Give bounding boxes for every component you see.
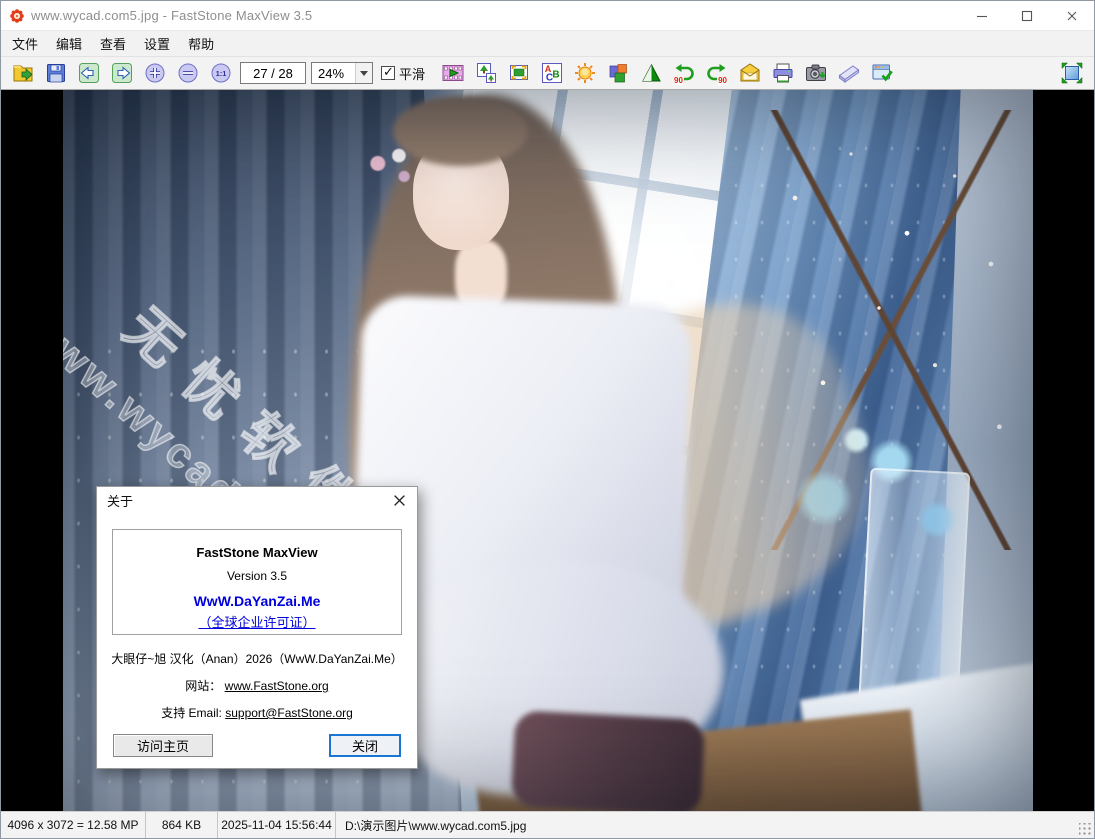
resize-grip[interactable] xyxy=(1079,823,1092,836)
dialog-title-bar: 关于 xyxy=(97,487,417,513)
app-name: FastStone MaxView xyxy=(113,545,401,560)
dialog-title: 关于 xyxy=(107,491,133,510)
fullscreen-icon xyxy=(1060,61,1084,85)
slideshow-button[interactable] xyxy=(439,59,467,87)
status-datetime: 2025-11-04 15:56:44 xyxy=(218,812,336,838)
zoom-out-button[interactable] xyxy=(174,59,202,87)
open-folder-icon xyxy=(11,61,35,85)
previous-arrow-icon xyxy=(77,61,101,85)
save-icon xyxy=(44,61,68,85)
save-button[interactable] xyxy=(42,59,70,87)
maximize-icon xyxy=(1021,10,1033,22)
app-window: www.wycad.com5.jpg - FastStone MaxView 3… xyxy=(0,0,1095,839)
about-dialog: 关于 FastStone MaxView Version 3.5 WwW.DaY… xyxy=(96,486,418,769)
open-button[interactable] xyxy=(9,59,37,87)
annotate-icon: A C B xyxy=(540,61,564,85)
maximize-button[interactable] xyxy=(1004,1,1049,30)
support-label: 支持 Email: xyxy=(161,706,222,720)
previous-image-button[interactable] xyxy=(75,59,103,87)
next-image-button[interactable] xyxy=(108,59,136,87)
print-icon xyxy=(771,61,795,85)
actual-size-icon: 1:1 xyxy=(209,61,233,85)
close-button[interactable] xyxy=(1049,1,1094,30)
close-dialog-button[interactable]: 关闭 xyxy=(329,734,401,757)
dropdown-arrow-icon[interactable] xyxy=(355,63,372,83)
resize-button[interactable] xyxy=(472,59,500,87)
svg-text:1:1: 1:1 xyxy=(216,69,227,78)
print-button[interactable] xyxy=(769,59,797,87)
support-email-link[interactable]: support@FastStone.org xyxy=(225,706,353,720)
translator-credit: 大眼仔~旭 汉化（Anan）2026（WwW.DaYanZai.Me） xyxy=(97,650,417,667)
gamma-button[interactable] xyxy=(637,59,665,87)
license-link[interactable]: （全球企业许可证） xyxy=(113,612,401,631)
rotate-right-badge: 90 xyxy=(718,77,727,85)
menu-file[interactable]: 文件 xyxy=(3,30,47,57)
dialog-close-button[interactable] xyxy=(391,492,407,508)
menu-view[interactable]: 查看 xyxy=(91,30,135,57)
status-bar: 4096 x 3072 = 12.58 MP 864 KB 2025-11-04… xyxy=(1,811,1094,838)
minimize-button[interactable] xyxy=(959,1,1004,30)
brightness-sun-icon xyxy=(573,61,597,85)
status-dimensions: 4096 x 3072 = 12.58 MP xyxy=(1,812,146,838)
close-icon xyxy=(393,494,406,507)
email-button[interactable] xyxy=(736,59,764,87)
smooth-checkbox[interactable] xyxy=(381,66,395,80)
settings-icon xyxy=(870,61,894,85)
website-link[interactable]: www.FastStone.org xyxy=(225,679,329,693)
image-counter-input[interactable] xyxy=(240,62,306,84)
app-version: Version 3.5 xyxy=(113,569,401,583)
smooth-checkbox-label: 平滑 xyxy=(399,64,425,83)
rotate-right-button[interactable]: 90 xyxy=(703,59,731,87)
scan-button[interactable] xyxy=(835,59,863,87)
camera-capture-icon xyxy=(804,61,828,85)
minimize-icon xyxy=(976,10,988,22)
resize-icon xyxy=(474,61,498,85)
zoom-level-value: 24% xyxy=(312,66,355,81)
screen-capture-button[interactable] xyxy=(802,59,830,87)
website-label: 网站： xyxy=(185,679,221,693)
slideshow-icon xyxy=(441,61,465,85)
smooth-checkbox-group: 平滑 xyxy=(381,64,425,83)
actual-size-button[interactable]: 1:1 xyxy=(207,59,235,87)
colors-button[interactable] xyxy=(604,59,632,87)
support-row: 支持 Email: support@FastStone.org xyxy=(97,704,417,721)
close-icon xyxy=(1066,10,1078,22)
website-row: 网站： www.FastStone.org xyxy=(97,677,417,694)
crop-button[interactable] xyxy=(505,59,533,87)
menu-help[interactable]: 帮助 xyxy=(179,30,223,57)
email-icon xyxy=(738,61,762,85)
colors-icon xyxy=(606,61,630,85)
brightness-button[interactable] xyxy=(571,59,599,87)
title-bar: www.wycad.com5.jpg - FastStone MaxView 3… xyxy=(1,1,1094,31)
next-arrow-icon xyxy=(110,61,134,85)
vendor-site-link[interactable]: WwW.DaYanZai.Me xyxy=(113,593,401,609)
window-title: www.wycad.com5.jpg - FastStone MaxView 3… xyxy=(31,8,312,23)
gamma-triangle-icon xyxy=(639,61,663,85)
status-file-path: D:\演示图片\www.wycad.com5.jpg xyxy=(336,812,1094,838)
zoom-level-select[interactable]: 24% xyxy=(311,62,373,84)
crop-icon xyxy=(507,61,531,85)
settings-button[interactable] xyxy=(868,59,896,87)
scanner-icon xyxy=(837,61,861,85)
visit-homepage-button[interactable]: 访问主页 xyxy=(113,734,213,757)
app-logo-icon xyxy=(9,8,25,24)
dialog-buttons: 访问主页 关闭 xyxy=(97,721,417,757)
rotate-left-badge: 90 xyxy=(674,77,683,85)
status-file-size: 864 KB xyxy=(146,812,218,838)
menu-edit[interactable]: 编辑 xyxy=(47,30,91,57)
zoom-in-icon xyxy=(143,61,167,85)
about-info-box: FastStone MaxView Version 3.5 WwW.DaYanZ… xyxy=(112,529,402,635)
zoom-in-button[interactable] xyxy=(141,59,169,87)
annotate-button[interactable]: A C B xyxy=(538,59,566,87)
zoom-out-icon xyxy=(176,61,200,85)
menu-bar: 文件 编辑 查看 设置 帮助 xyxy=(1,31,1094,57)
rotate-left-button[interactable]: 90 xyxy=(670,59,698,87)
toolbar: 1:1 24% 平滑 xyxy=(1,57,1094,90)
fullscreen-button[interactable] xyxy=(1058,59,1086,87)
svg-text:B: B xyxy=(552,70,559,81)
menu-settings[interactable]: 设置 xyxy=(135,30,179,57)
